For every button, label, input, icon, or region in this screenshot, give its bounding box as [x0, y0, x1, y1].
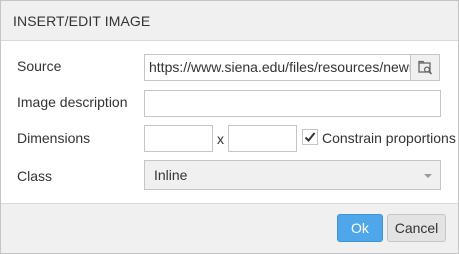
- chevron-down-icon: [424, 174, 432, 178]
- dimensions-label: Dimensions: [17, 130, 91, 146]
- browse-source-button[interactable]: [410, 54, 440, 81]
- image-description-label: Image description: [17, 94, 128, 110]
- dimensions-separator: x: [217, 131, 224, 147]
- ok-button[interactable]: Ok: [337, 214, 383, 242]
- class-select[interactable]: Inline: [144, 160, 441, 190]
- class-select-value: Inline: [154, 167, 188, 183]
- insert-edit-image-dialog: INSERT/EDIT IMAGE Source https://www.sie…: [0, 0, 459, 254]
- source-label: Source: [17, 58, 62, 74]
- dialog-titlebar[interactable]: INSERT/EDIT IMAGE: [1, 1, 458, 41]
- dialog-footer: Ok Cancel: [1, 203, 458, 253]
- image-description-input[interactable]: [144, 90, 441, 117]
- constrain-proportions-label[interactable]: Constrain proportions: [322, 130, 456, 146]
- class-label: Class: [17, 168, 53, 184]
- source-input[interactable]: https://www.siena.edu/files/resources/ne…: [144, 54, 411, 81]
- dialog-title: INSERT/EDIT IMAGE: [13, 13, 151, 29]
- width-input[interactable]: [144, 125, 213, 152]
- constrain-proportions-checkbox[interactable]: [302, 129, 318, 145]
- height-input[interactable]: [228, 125, 297, 152]
- cancel-button[interactable]: Cancel: [387, 214, 446, 242]
